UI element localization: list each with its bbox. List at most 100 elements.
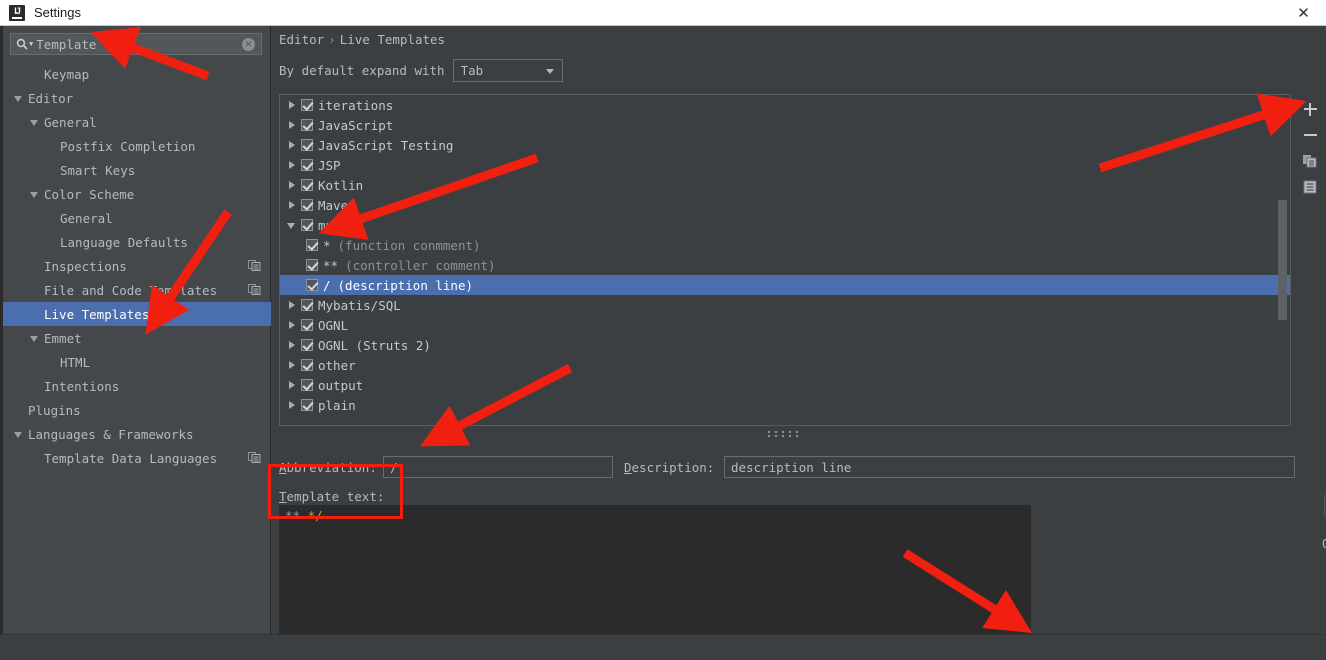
- sidebar-item-languages-frameworks[interactable]: Languages & Frameworks: [0, 422, 271, 446]
- table-row[interactable]: OGNL: [280, 315, 1290, 335]
- table-row[interactable]: Maven: [280, 195, 1290, 215]
- checkbox-icon[interactable]: [301, 339, 313, 351]
- checkbox-icon[interactable]: [301, 159, 313, 171]
- chevron-down-icon[interactable]: [285, 218, 299, 232]
- chevron-down-icon[interactable]: [14, 93, 25, 104]
- sidebar-item-template-data-languages[interactable]: Template Data Languages: [0, 446, 271, 470]
- checkbox-icon[interactable]: [306, 259, 318, 271]
- checkbox-icon[interactable]: [301, 179, 313, 191]
- table-row[interactable]: ** (controller comment): [280, 255, 1290, 275]
- sidebar-item-smart-keys[interactable]: Smart Keys: [0, 158, 271, 182]
- chevron-right-icon[interactable]: [285, 378, 299, 392]
- table-row[interactable]: * (function conmment): [280, 235, 1290, 255]
- sidebar-item-intentions[interactable]: Intentions: [0, 374, 271, 398]
- sidebar-item-keymap[interactable]: Keymap: [0, 62, 271, 86]
- add-template-button[interactable]: [1298, 96, 1322, 122]
- sidebar-item-inspections[interactable]: Inspections: [0, 254, 271, 278]
- table-row[interactable]: iterations: [280, 95, 1290, 115]
- checkbox-icon[interactable]: [301, 359, 313, 371]
- scrollbar-thumb[interactable]: [1278, 200, 1287, 320]
- sidebar-item-file-and-code-templates[interactable]: File and Code Templates: [0, 278, 271, 302]
- search-icon: [16, 38, 28, 50]
- checkbox-icon[interactable]: [301, 99, 313, 111]
- template-name: plain: [318, 397, 356, 413]
- table-row[interactable]: my: [280, 215, 1290, 235]
- chevron-right-icon[interactable]: [285, 198, 299, 212]
- checkbox-icon[interactable]: [306, 279, 318, 291]
- sidebar-item-html[interactable]: HTML: [0, 350, 271, 374]
- copy-icon[interactable]: [248, 451, 261, 464]
- close-icon[interactable]: ✕: [1281, 0, 1326, 25]
- checkbox-icon[interactable]: [301, 119, 313, 131]
- checkbox-icon[interactable]: [301, 219, 313, 231]
- abbreviation-input[interactable]: /: [383, 456, 613, 478]
- duplicate-template-button[interactable]: [1298, 148, 1322, 174]
- sidebar-item-plugins[interactable]: Plugins: [0, 398, 271, 422]
- sidebar-item-color-scheme[interactable]: Color Scheme: [0, 182, 271, 206]
- chevron-right-icon[interactable]: [285, 158, 299, 172]
- checkbox-icon[interactable]: [301, 399, 313, 411]
- chevron-right-icon[interactable]: [285, 338, 299, 352]
- checkbox-icon[interactable]: [306, 239, 318, 251]
- templates-scrollbar[interactable]: [1278, 95, 1287, 425]
- chevron-right-icon[interactable]: [285, 358, 299, 372]
- sidebar-item-live-templates[interactable]: Live Templates: [0, 302, 271, 326]
- chevron-down-icon: [545, 69, 554, 74]
- chevron-down-icon[interactable]: [30, 117, 41, 128]
- table-row[interactable]: / (description line): [280, 275, 1290, 295]
- sidebar-item-editor[interactable]: Editor: [0, 86, 271, 110]
- sidebar-item-label: Smart Keys: [60, 162, 136, 178]
- chevron-down-icon[interactable]: ▼: [29, 40, 33, 48]
- chevron-down-icon[interactable]: [30, 189, 41, 200]
- checkbox-icon[interactable]: [301, 299, 313, 311]
- clear-icon[interactable]: ✕: [242, 37, 255, 51]
- chevron-right-icon[interactable]: [285, 98, 299, 112]
- table-row[interactable]: output: [280, 375, 1290, 395]
- table-row[interactable]: Mybatis/SQL: [280, 295, 1290, 315]
- table-row[interactable]: JavaScript Testing: [280, 135, 1290, 155]
- sidebar-item-label: Emmet: [44, 330, 82, 346]
- default-expand-select[interactable]: Tab: [452, 59, 563, 82]
- copy-icon[interactable]: [248, 283, 261, 296]
- chevron-right-icon[interactable]: [285, 398, 299, 412]
- chevron-down-icon[interactable]: [30, 333, 41, 344]
- template-text-editor[interactable]: ** */: [279, 505, 1031, 637]
- table-row[interactable]: JSP: [280, 155, 1290, 175]
- chevron-right-icon[interactable]: [285, 118, 299, 132]
- settings-tree[interactable]: Keymap Editor General Postfix Completion Sma…: [0, 62, 271, 634]
- copy-icon[interactable]: [248, 259, 261, 272]
- description-input[interactable]: description line: [724, 456, 1295, 478]
- breadcrumb-parent[interactable]: Editor: [279, 32, 324, 47]
- chevron-right-icon[interactable]: [285, 318, 299, 332]
- template-description: (controller comment): [345, 257, 496, 273]
- remove-template-button[interactable]: [1298, 122, 1322, 148]
- sidebar-item-postfix-completion[interactable]: Postfix Completion: [0, 134, 271, 158]
- sidebar-item-emmet[interactable]: Emmet: [0, 326, 271, 350]
- sidebar-item-general[interactable]: General: [0, 206, 271, 230]
- search-input[interactable]: ▼ Template ✕: [10, 33, 262, 55]
- checkbox-icon[interactable]: [301, 199, 313, 211]
- checkbox-icon[interactable]: [301, 319, 313, 331]
- checkbox-icon[interactable]: [301, 139, 313, 151]
- grip-dot: [789, 435, 791, 437]
- chevron-down-icon[interactable]: [14, 429, 25, 440]
- table-row[interactable]: OGNL (Struts 2): [280, 335, 1290, 355]
- table-row[interactable]: other: [280, 355, 1290, 375]
- table-row[interactable]: plain: [280, 395, 1290, 415]
- template-group-button[interactable]: [1298, 174, 1322, 200]
- chevron-right-icon[interactable]: [285, 298, 299, 312]
- table-row[interactable]: Kotlin: [280, 175, 1290, 195]
- checkbox-icon[interactable]: [301, 379, 313, 391]
- panel-splitter[interactable]: [279, 428, 1291, 440]
- sidebar-item-label: General: [60, 210, 113, 226]
- template-name: Mybatis/SQL: [318, 297, 401, 313]
- templates-tree[interactable]: iterations JavaScript JavaScript Testing JS…: [279, 94, 1291, 426]
- chevron-right-icon[interactable]: [285, 178, 299, 192]
- chevron-right-icon[interactable]: [285, 138, 299, 152]
- abbreviation-label: Abbreviation:: [279, 460, 377, 475]
- sidebar-item-language-defaults[interactable]: Language Defaults: [0, 230, 271, 254]
- sidebar-item-general[interactable]: General: [0, 110, 271, 134]
- table-row[interactable]: JavaScript: [280, 115, 1290, 135]
